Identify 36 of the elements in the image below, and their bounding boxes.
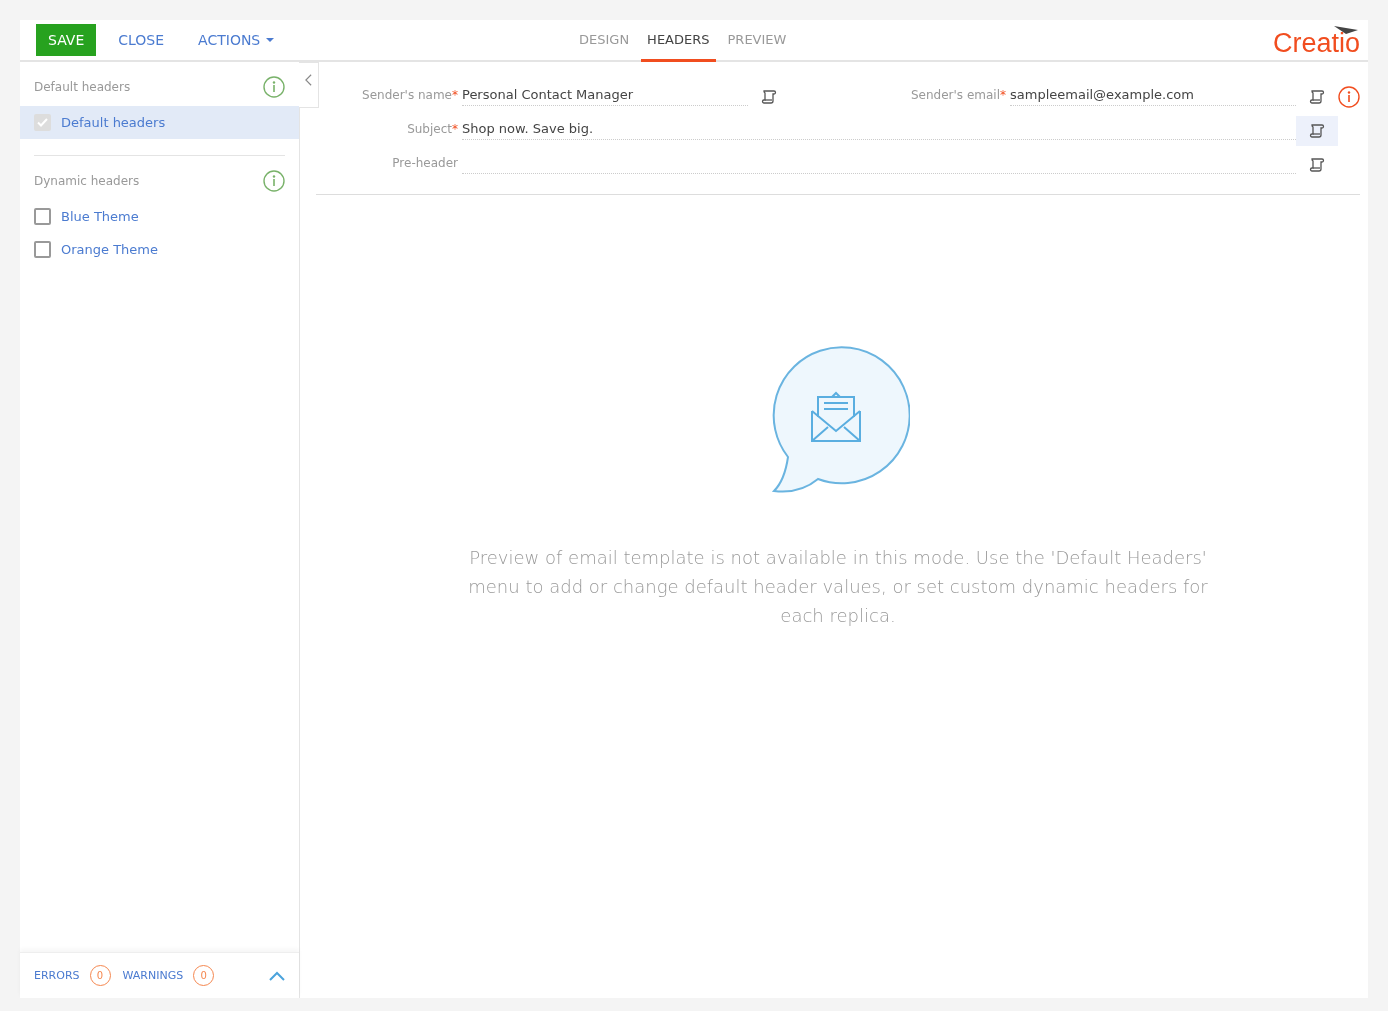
chevron-up-icon[interactable] [269,970,285,981]
save-button[interactable]: SAVE [36,24,97,56]
tab[interactable]: PREVIEW [721,20,793,62]
field-label: Pre-header [391,156,459,172]
scroll-icon [1309,157,1325,173]
info-icon[interactable] [263,76,285,98]
caret-icon [266,38,275,42]
close-button[interactable]: CLOSE [106,24,177,56]
field-label: Sender's email* [910,88,1007,104]
info-icon[interactable] [263,170,285,192]
item-label: Blue Theme [61,209,139,224]
actions-menu-button[interactable]: ACTIONS [186,24,287,56]
tab[interactable]: HEADERS [641,20,716,62]
status-label[interactable]: ERRORS [34,969,80,982]
tab[interactable]: DESIGN [573,20,636,62]
macro-button[interactable] [1296,116,1338,146]
group-title: Default headers [34,80,131,94]
empty-message: Preview of email template is not available in this mode. Use the 'Default Headers' menu to add or change default header values, or set custom dynamic headers for each replica. [468,546,1208,628]
sidebar-item[interactable]: Blue Theme [20,200,299,233]
scroll-icon [1309,89,1325,105]
check-icon [37,118,48,127]
checkbox[interactable] [34,241,51,258]
scroll-icon [1309,123,1325,139]
warning-icon[interactable] [1338,86,1360,108]
field-label: Sender's name* [361,88,459,104]
logo: Creatio [1272,24,1360,59]
sidebar-item[interactable]: Orange Theme [20,233,299,266]
scroll-icon [761,89,777,105]
collapse-button[interactable] [299,62,319,108]
item-label: Orange Theme [61,242,158,257]
field-label: Subject* [406,122,459,138]
item-label: Default headers [61,115,166,130]
checkbox[interactable] [34,208,51,225]
status-label[interactable]: WARNINGS [122,969,184,982]
chevron-left-icon [305,73,312,87]
group-title: Dynamic headers [34,174,140,188]
